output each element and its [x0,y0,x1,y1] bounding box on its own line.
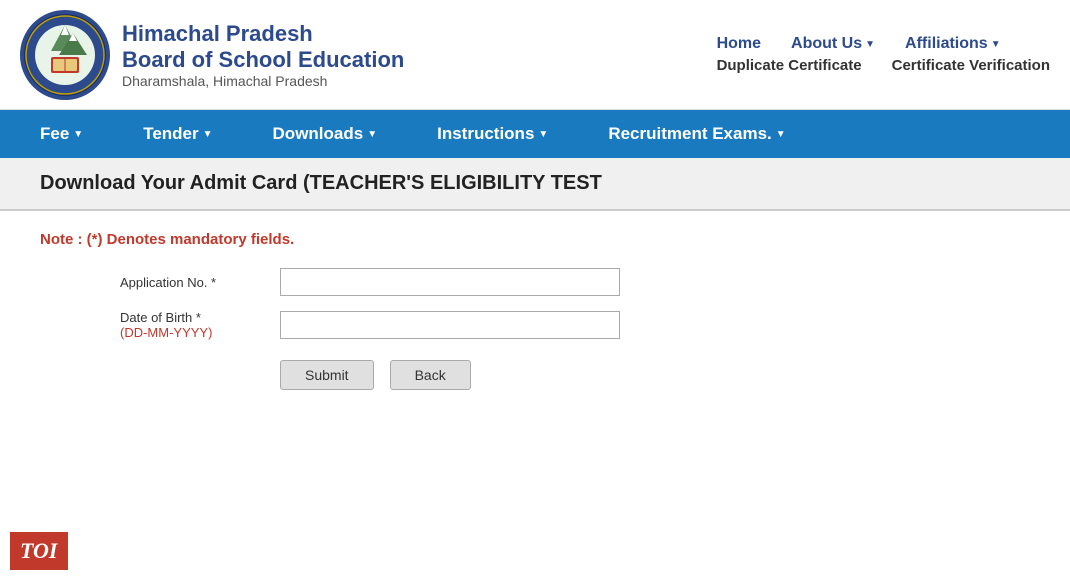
back-button[interactable]: Back [390,360,471,390]
org-line3: Dharamshala, Himachal Pradesh [122,73,404,89]
org-name: Himachal Pradesh Board of School Educati… [122,21,404,89]
nav-duplicate-cert[interactable]: Duplicate Certificate [717,57,862,74]
btn-row: Submit Back [280,360,1030,390]
submit-button[interactable]: Submit [280,360,374,390]
top-nav-row1: Home About Us ▼ Affiliations ▼ [717,35,1050,53]
nav-about-us[interactable]: About Us ▼ [791,35,875,53]
form-area: Application No. * Date of Birth * (DD-MM… [120,268,1030,390]
nav-affiliations[interactable]: Affiliations ▼ [905,35,1001,53]
nav-cert-verification[interactable]: Certificate Verification [892,57,1050,74]
app-no-input[interactable] [280,268,620,296]
logo-area: Himachal Pradesh Board of School Educati… [20,10,404,100]
dob-sub-label: (DD-MM-YYYY) [120,325,280,340]
dob-input[interactable] [280,311,620,339]
org-line2: Board of School Education [122,47,404,73]
app-no-label: Application No. * [120,275,280,290]
instructions-arrow: ▼ [538,129,548,140]
dob-label-container: Date of Birth * (DD-MM-YYYY) [120,310,280,340]
dob-row: Date of Birth * (DD-MM-YYYY) [120,310,1030,340]
logo-icon [20,10,110,100]
fee-arrow: ▼ [73,129,83,140]
toi-badge: TOI [10,532,68,570]
downloads-arrow: ▼ [367,129,377,140]
recruitment-arrow: ▼ [776,129,786,140]
page-title-bar: Download Your Admit Card (TEACHER'S ELIG… [0,158,1070,211]
header: Himachal Pradesh Board of School Educati… [0,0,1070,110]
blue-nav-tender[interactable]: Tender ▼ [143,124,212,144]
note-text: Note : (*) Denotes mandatory fields. [40,231,1030,248]
blue-nav-downloads[interactable]: Downloads ▼ [273,124,378,144]
blue-nav-fee[interactable]: Fee ▼ [40,124,83,144]
org-line1: Himachal Pradesh [122,21,404,47]
about-us-arrow: ▼ [865,39,875,50]
blue-nav-instructions[interactable]: Instructions ▼ [437,124,548,144]
app-no-row: Application No. * [120,268,1030,296]
top-nav-row2: Duplicate Certificate Certificate Verifi… [717,57,1050,74]
tender-arrow: ▼ [203,129,213,140]
page-title: Download Your Admit Card (TEACHER'S ELIG… [40,172,602,194]
main-content: Note : (*) Denotes mandatory fields. App… [0,211,1070,410]
top-nav: Home About Us ▼ Affiliations ▼ Duplicate… [717,35,1050,74]
blue-nav-recruitment[interactable]: Recruitment Exams. ▼ [608,124,785,144]
dob-main-label: Date of Birth * [120,310,280,325]
blue-nav: Fee ▼ Tender ▼ Downloads ▼ Instructions … [0,110,1070,158]
nav-home[interactable]: Home [717,35,761,53]
affiliations-arrow: ▼ [991,39,1001,50]
